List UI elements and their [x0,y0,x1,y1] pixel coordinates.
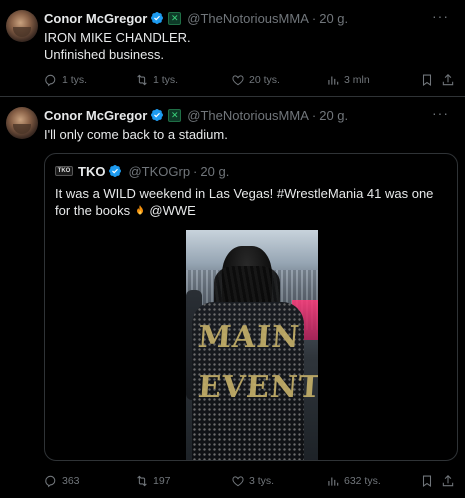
like-button[interactable]: 20 tys. [231,73,280,87]
quote-text: It was a WILD weekend in Las Vegas! #Wre… [55,185,451,219]
views-count: 632 tys. [344,475,381,487]
quote-author-name: TKO [78,163,106,179]
bookmark-icon [422,475,432,487]
tweet-2[interactable]: Conor McGregor ✕ @TheNotoriousMMA · 20 g… [0,97,465,498]
quote-author-handle: @TKOGrp [128,163,191,179]
separator: · [311,10,317,26]
reply-button[interactable]: 363 [44,474,80,488]
analytics-icon [328,76,339,85]
tweet-text-line: Unfinished business. [44,47,164,62]
quote-header: TKO TKO @TKOGrp · 20 g. [55,162,229,180]
tweet-header: Conor McGregor ✕ @TheNotoriousMMA · 20 g… [44,106,348,124]
affiliation-badge-icon[interactable]: ✕ [168,108,182,122]
action-bar: 363 197 3 tys. 632 tys. [44,472,454,490]
tweet-header: Conor McGregor ✕ @TheNotoriousMMA · 20 g… [44,9,348,27]
timestamp[interactable]: 20 g. [319,108,348,123]
quoted-tweet[interactable]: TKO TKO @TKOGrp · 20 g. It was a WILD we… [44,153,458,461]
fire-emoji-icon [136,205,143,215]
affiliation-badge-icon[interactable]: ✕ [168,11,182,25]
separator: · [193,163,198,179]
repost-button[interactable]: 197 [135,474,171,488]
like-count: 3 tys. [249,475,275,487]
repost-button[interactable]: 1 tys. [135,73,178,87]
verified-badge-icon [151,109,164,121]
author-handle[interactable]: @TheNotoriousMMA [187,108,309,123]
reply-icon [45,475,56,488]
more-options-icon[interactable]: ··· [432,8,449,24]
views-button[interactable]: 632 tys. [326,474,381,488]
like-count: 20 tys. [249,74,280,86]
avatar[interactable] [6,107,38,139]
share-icon [442,475,454,487]
share-button[interactable] [441,73,455,87]
repost-count: 1 tys. [153,74,179,86]
heart-icon [232,476,244,487]
bookmark-button[interactable] [420,474,434,488]
more-options-icon[interactable]: ··· [432,105,449,121]
repost-icon [137,74,147,86]
views-count: 3 mln [344,74,370,86]
author-handle[interactable]: @TheNotoriousMMA [187,11,309,26]
jacket-text-top: MAIN [196,320,302,355]
quote-text-body: It was a WILD weekend in Las Vegas! #Wre… [55,186,434,218]
like-button[interactable]: 3 tys. [231,474,274,488]
verified-badge-icon [109,165,122,177]
quote-timestamp: 20 g. [200,163,230,179]
heart-icon [232,75,244,86]
timestamp[interactable]: 20 g. [319,11,348,26]
share-icon [442,74,454,86]
reply-icon [45,74,56,87]
jacket-text-bottom: EVENT [196,370,318,405]
separator: · [311,107,317,123]
author-name[interactable]: Conor McGregor [44,11,147,26]
bookmark-button[interactable] [420,73,434,87]
quote-mention[interactable]: @WWE [149,203,195,218]
share-button[interactable] [441,474,455,488]
analytics-icon [328,477,339,486]
avatar[interactable] [6,10,38,42]
reply-button[interactable]: 1 tys. [44,73,87,87]
action-bar: 1 tys. 1 tys. 20 tys. 3 mln [44,71,454,89]
tweet-text-line: I'll only come back to a stadium. [44,127,228,142]
quote-media-video[interactable]: MAIN EVENT [186,230,318,460]
views-button[interactable]: 3 mln [326,73,370,87]
repost-count: 197 [153,475,171,487]
verified-badge-icon [151,12,164,24]
reply-count: 1 tys. [62,74,88,86]
repost-icon [137,475,147,487]
tko-logo: TKO [55,166,73,176]
reply-count: 363 [62,475,80,487]
bookmark-icon [422,74,432,86]
tweet-text-line: IRON MIKE CHANDLER. [44,30,191,45]
tweet-1[interactable]: Conor McGregor ✕ @TheNotoriousMMA · 20 g… [0,0,465,97]
author-name[interactable]: Conor McGregor [44,108,147,123]
